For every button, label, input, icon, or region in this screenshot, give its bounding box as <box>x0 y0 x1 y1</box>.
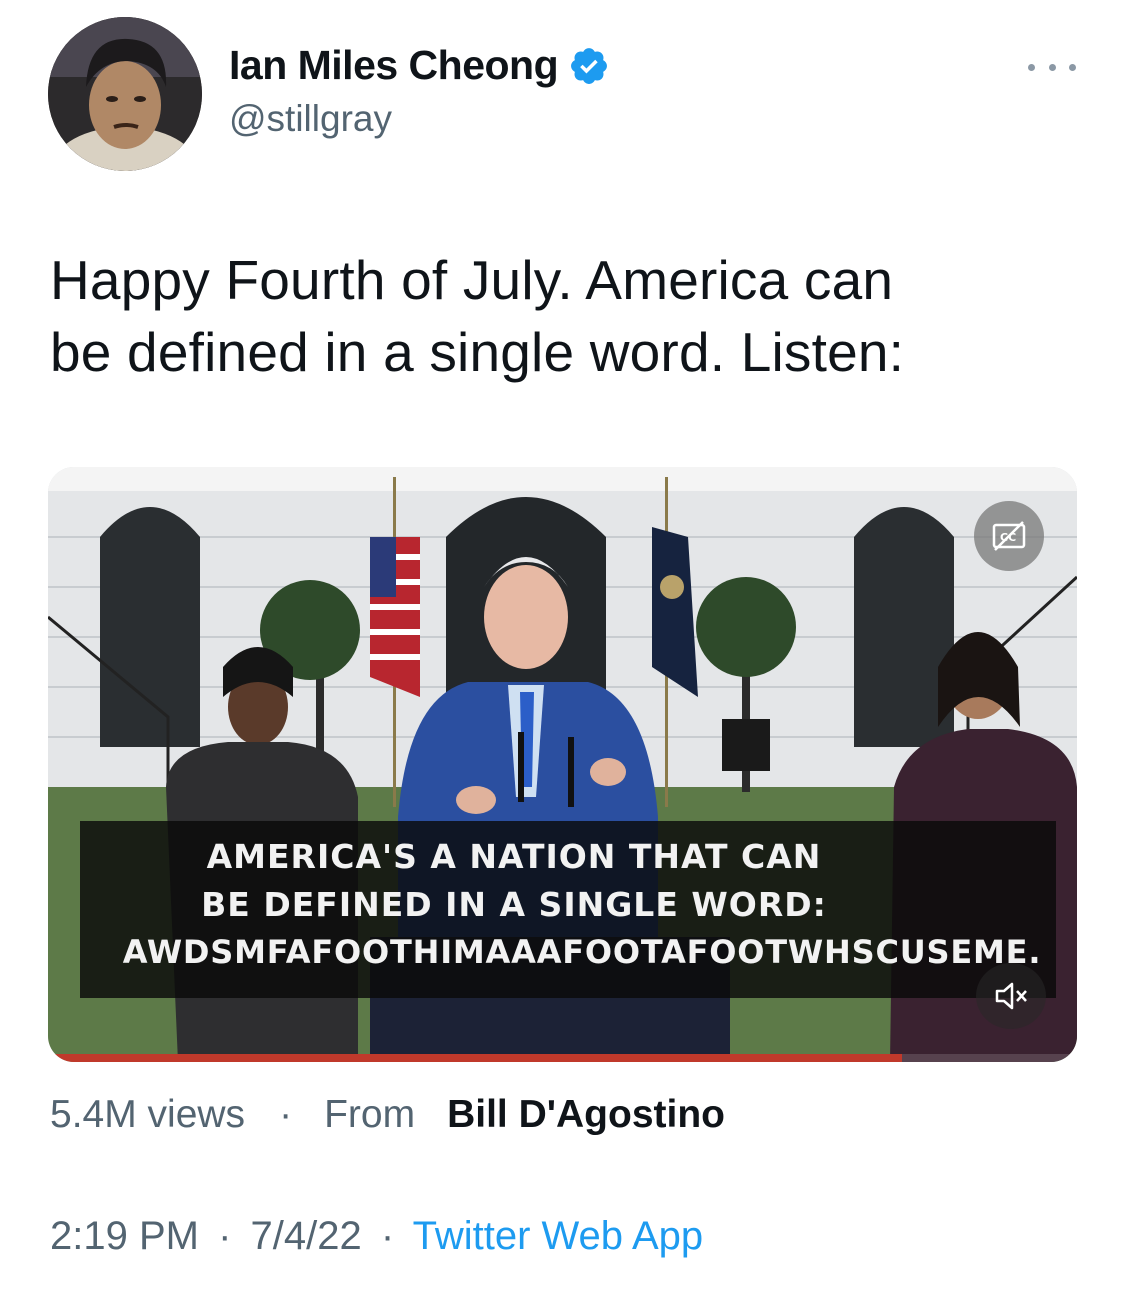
separator: · <box>218 1214 232 1258</box>
closed-captions-button[interactable]: CC <box>974 501 1044 571</box>
caption-line: AMERICA'S A NATION THAT CAN <box>206 837 822 876</box>
avatar[interactable] <box>48 17 202 171</box>
closed-captions-off-icon: CC <box>992 521 1026 551</box>
tweet-date[interactable]: 7/4/22 <box>251 1214 362 1258</box>
author-name-row[interactable]: Ian Miles Cheong <box>229 42 610 89</box>
tweet-text-line: be defined in a single word. Listen: <box>50 321 905 383</box>
source-account-link[interactable]: Bill D'Agostino <box>447 1093 725 1137</box>
video-player[interactable]: AMERICA'S A NATION THAT CAN BE DEFINED I… <box>48 467 1077 1062</box>
verified-badge-icon <box>571 47 608 84</box>
mute-button[interactable] <box>976 963 1046 1029</box>
video-progress-fill <box>48 1054 903 1062</box>
video-progress-bar[interactable] <box>48 1054 1077 1062</box>
video-caption: AMERICA'S A NATION THAT CAN BE DEFINED I… <box>80 821 1056 998</box>
client-link[interactable]: Twitter Web App <box>413 1214 704 1258</box>
separator: · <box>380 1214 395 1258</box>
tweet: Ian Miles Cheong @stillgray Happy Fourth… <box>0 0 1125 1293</box>
view-count: 5.4M views <box>50 1093 246 1136</box>
caption-line: BE DEFINED IN A SINGLE WORD: <box>201 885 827 924</box>
separator: · <box>279 1093 293 1136</box>
author-handle[interactable]: @stillgray <box>229 98 392 140</box>
media-stats: 5.4M views · From Bill D'Agostino <box>50 1093 725 1137</box>
caption-line: AWDSMFAFOOTHIMAAAFOOTAFOOTWHSCUSEME. <box>122 933 1042 971</box>
tweet-text-line: Happy Fourth of July. America can <box>50 249 894 311</box>
display-name[interactable]: Ian Miles Cheong <box>229 42 559 89</box>
tweet-metadata: 2:19 PM · 7/4/22 · Twitter Web App <box>50 1214 703 1259</box>
from-label: From <box>324 1093 416 1136</box>
more-options-icon[interactable] <box>1028 55 1076 79</box>
volume-muted-icon <box>995 982 1027 1010</box>
tweet-text: Happy Fourth of July. America can be def… <box>50 244 1080 388</box>
tweet-time[interactable]: 2:19 PM <box>50 1214 199 1258</box>
